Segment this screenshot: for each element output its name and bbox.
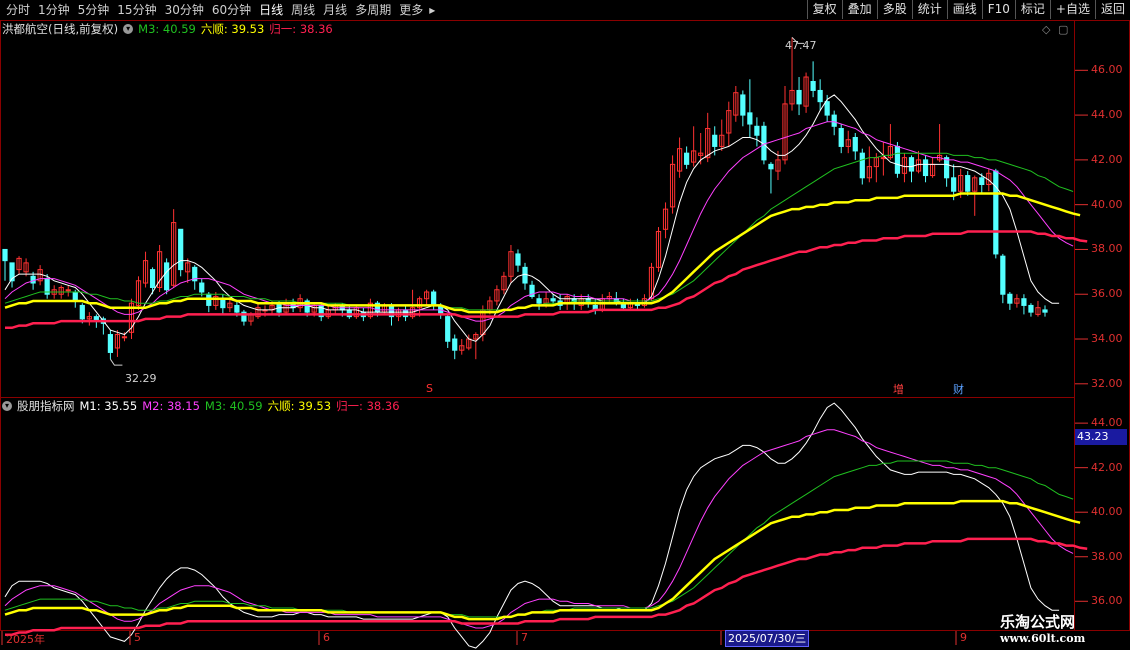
indicator-tick-label: 38.00 bbox=[1091, 549, 1123, 563]
candle-body bbox=[712, 134, 718, 147]
candle-body bbox=[817, 89, 823, 103]
candle-body bbox=[522, 266, 528, 284]
candle-body bbox=[1021, 298, 1027, 306]
price-tick-label: 40.00 bbox=[1091, 197, 1123, 211]
candle-body bbox=[768, 163, 774, 170]
candle-body bbox=[1000, 255, 1006, 295]
indicator-tick-label: 42.00 bbox=[1091, 460, 1123, 474]
candle-body bbox=[149, 269, 156, 289]
candle-body bbox=[852, 136, 858, 152]
price-tick-label: 42.00 bbox=[1091, 152, 1123, 166]
candle-body bbox=[536, 298, 542, 304]
candle-body bbox=[993, 170, 999, 255]
candle-body bbox=[740, 94, 746, 116]
price-tick-label: 46.00 bbox=[1091, 63, 1123, 77]
candle-body bbox=[220, 298, 226, 309]
kline-chart[interactable] bbox=[0, 0, 1130, 650]
indicator-tick-label: 36.00 bbox=[1091, 594, 1123, 608]
candle-body bbox=[747, 112, 753, 125]
candle-body bbox=[178, 228, 184, 271]
candle-body bbox=[908, 157, 915, 172]
date-label-2025: 2025年 bbox=[6, 633, 45, 646]
candle-body bbox=[965, 175, 971, 192]
candle-body bbox=[951, 177, 957, 192]
signal-s-marker[interactable]: S bbox=[426, 382, 433, 395]
candle-body bbox=[810, 81, 816, 91]
candle-body bbox=[445, 316, 451, 342]
candle-body bbox=[550, 298, 556, 302]
candle-body bbox=[894, 145, 901, 174]
price-tick-label: 32.00 bbox=[1091, 376, 1123, 390]
candle-body bbox=[2, 248, 8, 262]
main-line-m2 bbox=[4, 121, 1074, 322]
candle-body bbox=[79, 304, 85, 320]
candle-body bbox=[452, 338, 458, 351]
crosshair-date: 2025/07/30/三 bbox=[725, 630, 810, 647]
low-annotation: 32.29 bbox=[125, 372, 157, 385]
current-value-box: 43.23 bbox=[1075, 429, 1127, 445]
candle-body bbox=[199, 282, 205, 293]
capital-increase-marker[interactable]: 增 bbox=[893, 381, 904, 397]
candle-body bbox=[121, 336, 128, 339]
candle-body bbox=[684, 152, 690, 165]
watermark-url: www.60lt.com bbox=[1000, 632, 1086, 645]
indicator-tick-label: 44.00 bbox=[1091, 416, 1123, 430]
candle-body bbox=[922, 159, 929, 177]
candle-body bbox=[234, 304, 240, 313]
financial-report-marker[interactable]: 财 bbox=[953, 381, 964, 397]
candle-body bbox=[944, 157, 950, 179]
candle-body bbox=[107, 334, 114, 353]
watermark-name: 乐淘公式网 bbox=[1000, 613, 1076, 631]
candle-body bbox=[65, 289, 71, 292]
main-line-liushun bbox=[4, 192, 1081, 314]
candle-body bbox=[979, 177, 985, 186]
indicator-tick-label: 40.00 bbox=[1091, 505, 1123, 519]
candle-body bbox=[754, 125, 760, 136]
candle-body bbox=[515, 253, 521, 266]
sub-line-guiyi bbox=[5, 537, 1088, 636]
sub-line-m3 bbox=[4, 460, 1074, 618]
sub-line-liushun bbox=[4, 499, 1081, 621]
sub-line-m2 bbox=[4, 429, 1074, 629]
date-label-july: 7 bbox=[521, 631, 528, 644]
candle-body bbox=[1042, 309, 1048, 313]
high-annotation: 47.47 bbox=[785, 39, 817, 52]
candle-body bbox=[796, 89, 802, 105]
candle-body bbox=[859, 152, 865, 179]
candle-body bbox=[164, 262, 170, 291]
price-tick-label: 34.00 bbox=[1091, 332, 1123, 346]
date-label-june: 6 bbox=[323, 631, 330, 644]
candle-body bbox=[1028, 304, 1034, 313]
price-tick-label: 44.00 bbox=[1091, 108, 1123, 122]
candle-body bbox=[72, 291, 78, 302]
candle-body bbox=[838, 128, 844, 147]
candle-body bbox=[824, 101, 830, 116]
candle-body bbox=[431, 291, 437, 306]
date-label-sept: 9 bbox=[960, 631, 967, 644]
candle-body bbox=[880, 157, 886, 160]
candle-body bbox=[30, 275, 36, 284]
date-label-may: 5 bbox=[134, 631, 141, 644]
candle-body bbox=[831, 114, 837, 127]
price-tick-label: 36.00 bbox=[1091, 287, 1123, 301]
price-tick-label: 38.00 bbox=[1091, 242, 1123, 256]
low-leader-line bbox=[109, 358, 123, 366]
candle-body bbox=[1007, 293, 1013, 304]
